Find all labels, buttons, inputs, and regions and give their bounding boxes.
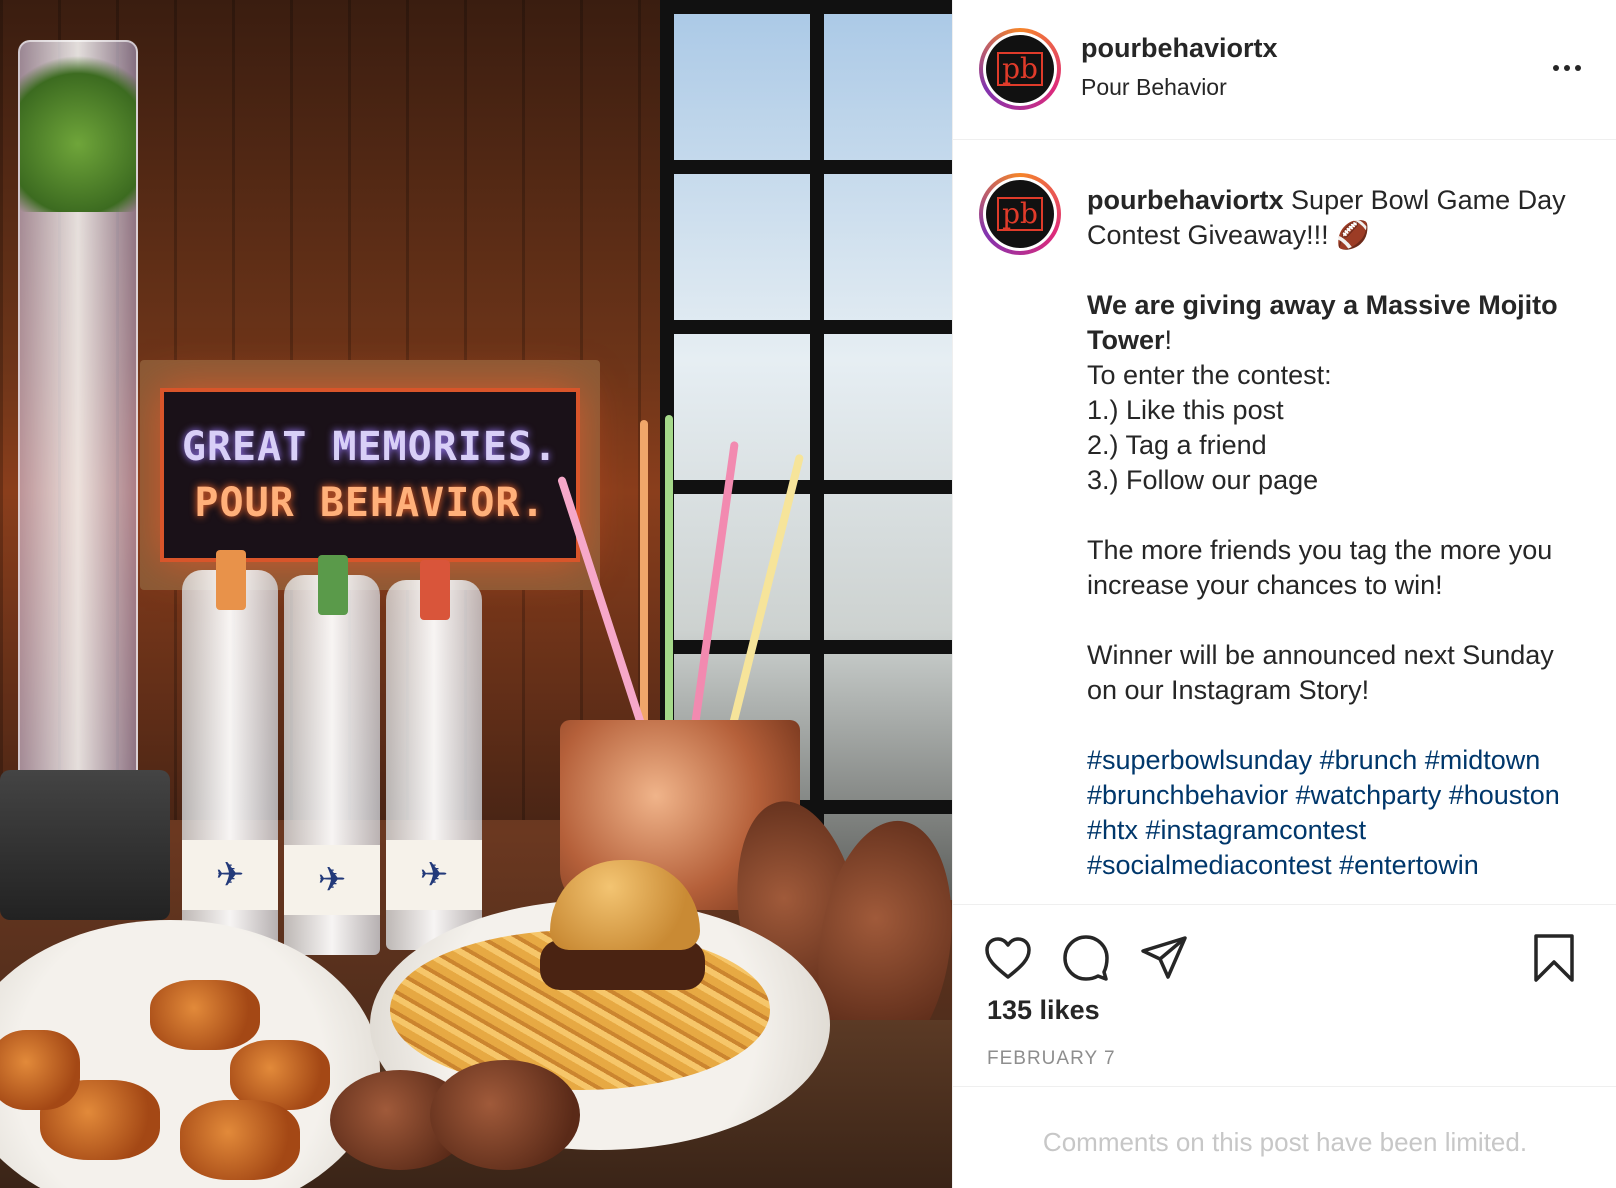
tower-base [0,770,170,920]
more-options-button[interactable] [1543,48,1591,88]
post-image[interactable]: GREAT MEMORIES. POUR BEHAVIOR. ✈ ✈ ✈ [0,0,952,1188]
comments-limited-notice: Comments on this post have been limited. [1042,1127,1528,1157]
mojito-tower [18,40,138,780]
action-bar [953,904,1616,984]
goose-logo-icon: ✈ [419,856,449,894]
caption-friends-line: The more friends you tag the more you in… [1087,535,1553,600]
caption-winner-line: Winner will be announced next Sunday on … [1087,640,1554,705]
avatar[interactable]: pb [979,28,1061,110]
post-sidebar: pb pourbehaviortx Pour Behavior pb pourb… [952,0,1616,1188]
goose-logo-icon: ✈ [215,856,245,894]
post-header: pb pourbehaviortx Pour Behavior [953,0,1616,140]
caption-username[interactable]: pourbehaviortx [1087,185,1284,215]
caption-step: 2.) Tag a friend [1087,430,1267,460]
caption-bold-line: We are giving away a Massive Mojito Towe… [1087,290,1558,355]
neon-sign: GREAT MEMORIES. POUR BEHAVIOR. [140,360,600,590]
bottle: ✈ [284,555,380,955]
post-date[interactable]: FEBRUARY 7 [987,1048,1116,1070]
caption-enter-intro: To enter the contest: [1087,360,1332,390]
share-button[interactable] [1137,931,1191,985]
bottle: ✈ [182,550,278,950]
caption-text: pourbehaviortx Super Bowl Game Day Conte… [1087,183,1587,883]
send-icon [1141,936,1187,979]
neon-sign-line1: GREAT MEMORIES. [181,424,559,470]
header-display-name: Pour Behavior [1081,74,1227,100]
brand-logo: pb [997,197,1043,231]
more-horizontal-icon [1553,65,1559,71]
neon-sign-line2: POUR BEHAVIOR. [194,480,546,526]
goose-logo-icon: ✈ [317,861,347,899]
brand-logo: pb [997,52,1043,86]
like-count[interactable]: 135 likes [987,995,1100,1026]
caption-step: 3.) Follow our page [1087,465,1319,495]
like-button[interactable] [981,931,1035,985]
caption-avatar[interactable]: pb [979,173,1061,255]
caption-step: 1.) Like this post [1087,395,1284,425]
comment-button[interactable] [1059,931,1113,985]
save-button[interactable] [1527,931,1581,985]
heart-icon [985,937,1031,979]
header-username[interactable]: pourbehaviortx [1081,33,1278,64]
caption-area: pb pourbehaviortx Super Bowl Game Day Co… [953,141,1616,903]
bookmark-icon [1534,934,1574,982]
comments-area: Comments on this post have been limited. [953,1086,1616,1188]
comment-icon [1063,935,1109,981]
bottle: ✈ [386,560,482,950]
caption-hashtags[interactable]: #superbowlsunday #brunch #midtown #brunc… [1087,743,1587,883]
mini-football [430,1060,580,1170]
